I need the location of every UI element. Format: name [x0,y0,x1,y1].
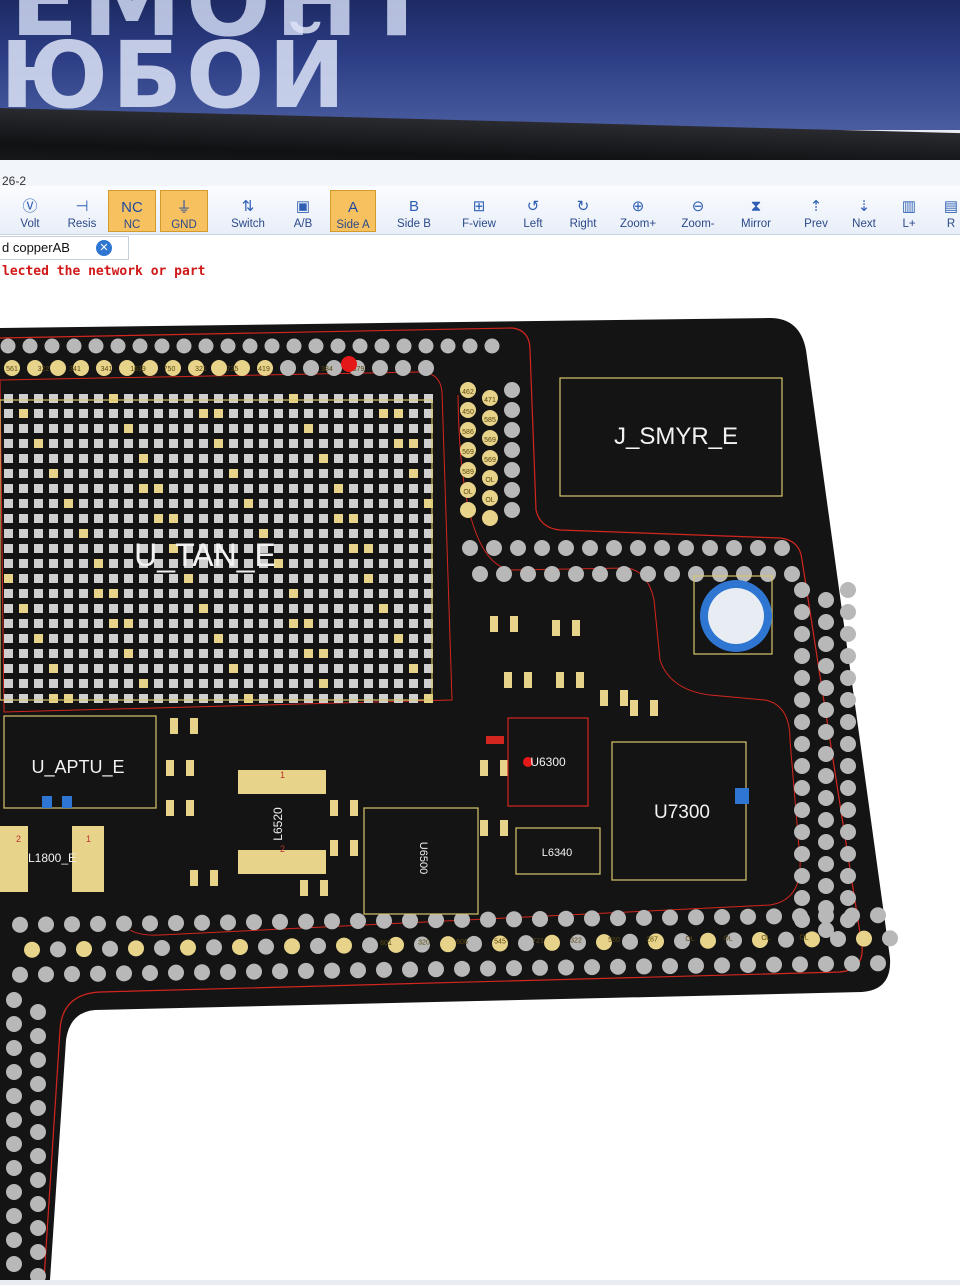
toolbar-label: Side A [336,219,370,231]
toolbar-label: Volt [20,218,40,230]
toolbar-label: Prev [804,218,828,230]
tab-copperab[interactable]: d copperAB ✕ [0,236,129,260]
ab-icon: ▣ [295,198,311,215]
prev-icon: ⇡ [809,198,823,215]
toolbar-label: GND [171,219,197,231]
nc-icon: NC [121,199,143,216]
toolbar-label: R [946,218,956,230]
toolbar-button-switch[interactable]: ⇅ Switch [224,190,272,230]
switch-icon: ⇅ [241,198,255,215]
resistance-icon: ⊣ [75,198,89,215]
toolbar-label: Next [852,218,876,230]
toolbar-label: Right [569,218,597,230]
toolbar-button-mirror[interactable]: ⧗ Mirror [734,190,778,230]
toolbar-button-side-b[interactable]: B Side B [392,190,436,230]
toolbar-button-next[interactable]: ⇣ Next [842,190,886,230]
r-icon: ▤ [943,198,959,215]
tab-label: d copperAB [2,240,70,255]
toolbar-label: Side B [397,218,431,230]
next-icon: ⇣ [857,198,871,215]
toolbar-label: F-view [462,218,496,230]
fview-icon: ⊞ [472,198,486,215]
tab-row: d copperAB ✕ [0,235,960,260]
toolbar-label: Switch [231,218,265,230]
title-bar: 26-2 [0,160,960,188]
toolbar-button-left[interactable]: ↺ Left [514,190,552,230]
toolbar-button-right[interactable]: ↻ Right [562,190,604,230]
toolbar-button-prev[interactable]: ⇡ Prev [794,190,838,230]
toolbar-label: NC [123,219,141,231]
toolbar-label: Resis [67,218,97,230]
ground-icon: ⏚ [176,199,192,216]
mirror-icon: ⧗ [750,198,762,215]
layer-plus-icon: ▥ [901,198,917,215]
toolbar-button-zoom-[interactable]: ⊖ Zoom- [672,190,724,230]
toolbar-button-r[interactable]: ▤ R [936,190,960,230]
toolbar-label: Zoom- [681,218,715,230]
toolbar-button-side-a[interactable]: A Side A [330,190,376,232]
toolbar-button-a-b[interactable]: ▣ A/B [284,190,322,230]
app-window: 26-2 Ⓥ Volt ⊣ Resis NC NC ⏚ GND ⇅ Switch ▣ A/B A Side… [0,160,960,1280]
toolbar-label: Left [523,218,543,230]
side-b-icon: B [408,198,419,215]
close-icon[interactable]: ✕ [96,240,112,256]
rotate-left-icon: ↺ [526,198,540,215]
toolbar-button-zoom-[interactable]: ⊕ Zoom+ [612,190,664,230]
status-message: lected the network or part [2,264,206,279]
side-a-icon: A [347,199,358,216]
zoom-out-icon: ⊖ [691,198,705,215]
toolbar-button-nc[interactable]: NC NC [108,190,156,232]
toolbar-button-gnd[interactable]: ⏚ GND [160,190,208,232]
background-wall: ЕМОНТ ЮБОЙ [0,0,960,130]
toolbar-button-resis[interactable]: ⊣ Resis [60,190,104,230]
toolbar: Ⓥ Volt ⊣ Resis NC NC ⏚ GND ⇅ Switch ▣ A/B A Side A B Si… [0,186,960,235]
toolbar-button-f-view[interactable]: ⊞ F-view [452,190,506,230]
rotate-right-icon: ↻ [576,198,590,215]
toolbar-label: A/B [293,218,313,230]
toolbar-label: L+ [902,218,916,230]
toolbar-button-volt[interactable]: Ⓥ Volt [8,190,52,230]
toolbar-button-l-[interactable]: ▥ L+ [888,190,930,230]
toolbar-label: Zoom+ [619,218,657,230]
zoom-in-icon: ⊕ [631,198,645,215]
volt-icon: Ⓥ [22,198,38,215]
toolbar-label: Mirror [740,218,772,230]
